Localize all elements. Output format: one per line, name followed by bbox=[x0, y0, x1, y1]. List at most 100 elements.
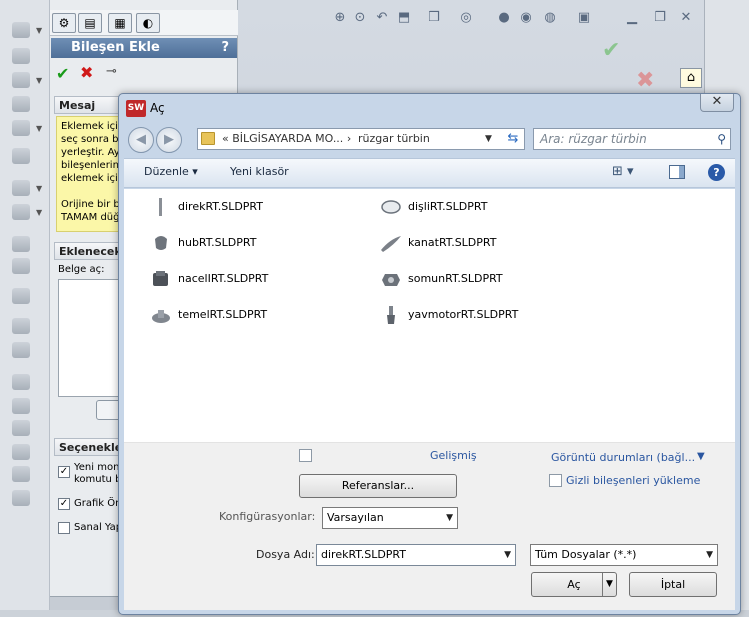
graphics-preview-checkbox[interactable]: ✓ bbox=[58, 498, 70, 510]
tool-icon[interactable] bbox=[12, 120, 30, 136]
tool-icon[interactable] bbox=[12, 72, 30, 88]
tool-icon[interactable] bbox=[12, 466, 30, 482]
chevron-down-icon[interactable]: ▼ bbox=[36, 76, 42, 85]
pin-icon[interactable]: ⊸ bbox=[106, 64, 117, 79]
tool-icon[interactable] bbox=[12, 96, 30, 112]
breadcrumb-item[interactable]: BİLGİSAYARDA MO... bbox=[232, 132, 343, 145]
dialog-titlebar[interactable]: SW Aç ✕ bbox=[119, 94, 740, 124]
tool-icon[interactable] bbox=[12, 236, 30, 252]
tool-icon[interactable] bbox=[12, 374, 30, 390]
confirm-cancel-icon[interactable]: ✖ bbox=[636, 68, 654, 93]
minimize-icon[interactable]: ▁ bbox=[624, 10, 640, 26]
breadcrumb-separator[interactable]: › bbox=[347, 132, 351, 145]
home-icon[interactable]: ⌂ bbox=[680, 68, 702, 88]
appearance-tab[interactable]: ◐ bbox=[136, 13, 160, 33]
list-item[interactable]: yavmotorRT.SLDPRT bbox=[380, 303, 580, 327]
list-item[interactable]: nacelIRT.SLDPRT bbox=[150, 267, 350, 291]
chevron-down-icon[interactable]: ▼ bbox=[697, 451, 705, 462]
chevron-down-icon[interactable]: ▼ bbox=[36, 124, 42, 133]
option-label-line: Yeni mont bbox=[74, 462, 124, 473]
tool-icon[interactable] bbox=[12, 180, 30, 196]
file-type-select[interactable]: Tüm Dosyalar (*.*) ▼ bbox=[530, 544, 718, 566]
zoom-fit-icon[interactable]: ⊕ bbox=[332, 10, 348, 26]
forward-arrow-icon[interactable]: ▶ bbox=[156, 127, 182, 153]
advanced-label[interactable]: Gelişmiş bbox=[430, 449, 477, 462]
confirm-ok-icon[interactable]: ✔ bbox=[602, 38, 620, 63]
address-bar[interactable]: « BİLGİSAYARDA MO... › rüzgar türbin ▼ bbox=[197, 128, 525, 150]
cancel-button[interactable]: İptal bbox=[629, 572, 717, 597]
list-item[interactable]: hubRT.SLDPRT bbox=[150, 231, 350, 255]
previous-view-icon[interactable]: ↶ bbox=[374, 10, 390, 26]
zoom-area-icon[interactable]: ⊙ bbox=[352, 10, 368, 26]
chevron-down-icon[interactable]: ▼ bbox=[504, 545, 511, 565]
tool-icon[interactable] bbox=[12, 342, 30, 358]
section-view-icon[interactable]: ⬒ bbox=[396, 10, 412, 26]
option-label: Sanal Yap bbox=[74, 522, 123, 533]
filename-input[interactable]: direkRT.SLDPRT ▼ bbox=[316, 544, 516, 566]
tool-icon[interactable] bbox=[12, 22, 30, 38]
tool-icon[interactable] bbox=[12, 204, 30, 220]
view-options-icon[interactable]: ⊞ ▾ bbox=[612, 164, 652, 179]
chevron-down-icon[interactable]: ▼ bbox=[36, 208, 42, 217]
list-item[interactable]: kanatRT.SLDPRT bbox=[380, 231, 580, 255]
hidden-components-checkbox[interactable] bbox=[549, 474, 562, 487]
tool-icon[interactable] bbox=[12, 258, 30, 274]
hidden-components-label[interactable]: Gizli bileşenleri yükleme bbox=[566, 474, 700, 487]
new-assembly-checkbox[interactable]: ✓ bbox=[58, 466, 70, 478]
preview-pane-icon[interactable] bbox=[669, 165, 685, 179]
help-icon[interactable]: ? bbox=[221, 38, 229, 58]
tool-icon[interactable] bbox=[12, 288, 30, 304]
property-manager-tab[interactable]: ▤ bbox=[78, 13, 102, 33]
view-settings-icon[interactable]: ▣ bbox=[576, 10, 592, 26]
chevron-down-icon[interactable]: ▼ bbox=[36, 26, 42, 35]
breadcrumb[interactable]: « BİLGİSAYARDA MO... › bbox=[222, 129, 351, 149]
chevron-down-icon[interactable]: ▼ bbox=[446, 508, 453, 528]
references-button[interactable]: Referanslar... bbox=[299, 474, 457, 498]
cancel-x-icon[interactable]: ✖ bbox=[80, 63, 93, 82]
back-arrow-icon[interactable]: ◀ bbox=[128, 127, 154, 153]
base-part-icon bbox=[152, 310, 170, 323]
file-name: yavmotorRT.SLDPRT bbox=[408, 308, 519, 321]
file-list[interactable]: direkRT.SLDPRT dişliRT.SLDPRT hubRT.SLDP… bbox=[124, 189, 735, 442]
tool-icon[interactable] bbox=[12, 444, 30, 460]
display-style-icon[interactable]: ◎ bbox=[458, 10, 474, 26]
help-icon[interactable]: ? bbox=[708, 164, 725, 181]
search-placeholder: Ara: rüzgar türbin bbox=[540, 132, 647, 146]
scene-icon[interactable]: ◍ bbox=[542, 10, 558, 26]
search-icon[interactable]: ⚲ bbox=[717, 129, 726, 149]
new-folder-button[interactable]: Yeni klasör bbox=[230, 165, 289, 178]
chevron-down-icon[interactable]: ▼ bbox=[36, 184, 42, 193]
refresh-icon[interactable]: ⇆ bbox=[503, 129, 523, 149]
ok-check-icon[interactable]: ✔ bbox=[56, 64, 69, 83]
chevron-down-icon[interactable]: ▼ bbox=[706, 545, 713, 565]
feature-manager-tab[interactable]: ⚙ bbox=[52, 13, 76, 33]
appearance-icon[interactable]: ◉ bbox=[518, 10, 534, 26]
list-item[interactable]: temelRT.SLDPRT bbox=[150, 303, 350, 327]
tool-icon[interactable] bbox=[12, 48, 30, 64]
advanced-checkbox[interactable] bbox=[299, 449, 312, 462]
configuration-select[interactable]: Varsayılan ▼ bbox=[322, 507, 458, 529]
list-item[interactable]: somunRT.SLDPRT bbox=[380, 267, 580, 291]
configuration-manager-tab[interactable]: ▦ bbox=[108, 13, 132, 33]
close-icon[interactable]: ✕ bbox=[678, 10, 694, 26]
restore-icon[interactable]: ❐ bbox=[652, 10, 668, 26]
display-states-dropdown[interactable]: Görüntü durumları (bağl... bbox=[551, 451, 695, 464]
close-icon[interactable]: ✕ bbox=[700, 94, 734, 112]
view-orientation-icon[interactable]: ❒ bbox=[426, 10, 442, 26]
tool-icon[interactable] bbox=[12, 148, 30, 164]
tool-icon[interactable] bbox=[12, 420, 30, 436]
breadcrumb-overflow[interactable]: « bbox=[222, 132, 229, 145]
chevron-down-icon[interactable]: ▼ bbox=[485, 129, 492, 149]
hide-show-icon[interactable]: ● bbox=[496, 10, 512, 26]
tool-icon[interactable] bbox=[12, 318, 30, 334]
chevron-down-icon[interactable]: ▼ bbox=[602, 573, 616, 596]
organize-button[interactable]: Düzenle ▾ bbox=[144, 165, 198, 178]
virtual-checkbox[interactable] bbox=[58, 522, 70, 534]
breadcrumb-item-current[interactable]: rüzgar türbin bbox=[358, 129, 430, 149]
tool-icon[interactable] bbox=[12, 398, 30, 414]
open-button[interactable]: Aç ▼ bbox=[531, 572, 617, 597]
list-item[interactable]: dişliRT.SLDPRT bbox=[380, 195, 580, 219]
search-input[interactable]: Ara: rüzgar türbin ⚲ bbox=[533, 128, 731, 150]
tool-icon[interactable] bbox=[12, 490, 30, 506]
list-item[interactable]: direkRT.SLDPRT bbox=[150, 195, 350, 219]
